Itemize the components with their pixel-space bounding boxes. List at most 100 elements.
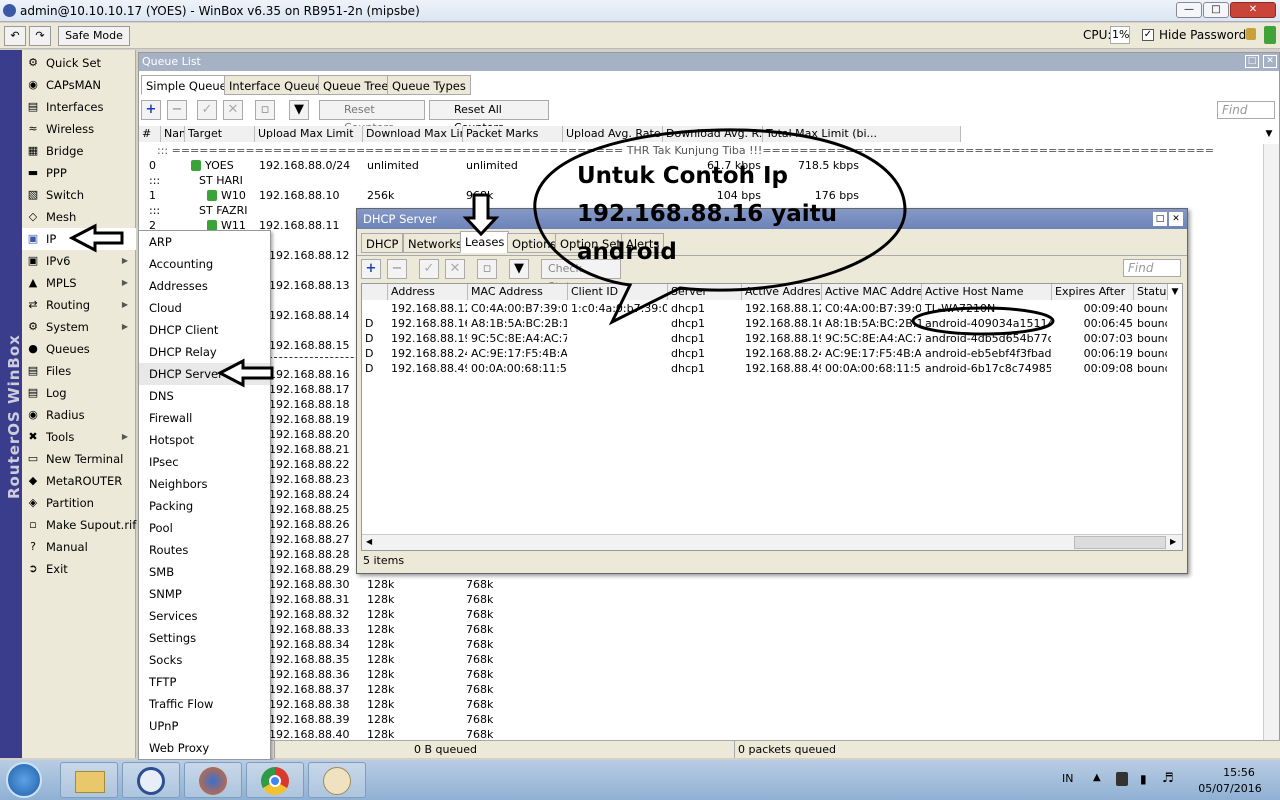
sidebar-item-manual[interactable]: ? Manual <box>22 536 136 558</box>
lease-col-server[interactable]: Server <box>668 284 742 300</box>
lease-row[interactable]: D 192.168.88.19 9C:5C:8E:A4:AC:7E dhcp1 192.… <box>362 331 1182 346</box>
reset-all-counters-button[interactable]: Reset All Counters <box>429 100 549 134</box>
ip-menu-item-cloud[interactable]: Cloud <box>139 297 270 319</box>
sidebar-item-queues[interactable]: ● Queues <box>22 338 136 360</box>
table-row[interactable]: 192.168.88.37 128k 768k <box>139 682 1259 697</box>
ip-menu-item-hotspot[interactable]: Hotspot <box>139 429 270 451</box>
sidebar-item-wireless[interactable]: ≈ Wireless <box>22 118 136 140</box>
queue-col-num[interactable]: # <box>139 126 161 142</box>
lease-row[interactable]: 192.168.88.12 C0:4A:00:B7:39:05 1:c0:4a:0:… <box>362 301 1182 316</box>
add-icon[interactable]: + <box>141 100 161 120</box>
ip-menu-item-smb[interactable]: SMB <box>139 561 270 583</box>
sidebar-item-ppp[interactable]: ▬ PPP <box>22 162 136 184</box>
ip-menu-item-snmp[interactable]: SNMP <box>139 583 270 605</box>
queue-col-download-avg-r[interactable]: Download Avg. R... <box>663 126 763 142</box>
ip-menu-item-dhcp-server[interactable]: DHCP Server <box>139 363 270 385</box>
sidebar-item-radius[interactable]: ◉ Radius <box>22 404 136 426</box>
tab-interface-queues[interactable]: Interface Queues <box>224 75 333 95</box>
queue-scrollbar[interactable] <box>1263 144 1279 740</box>
ip-menu-item-dns[interactable]: DNS <box>139 385 270 407</box>
sidebar-item-routing[interactable]: ⇄ Routing ▶ <box>22 294 136 316</box>
lease-disable-icon[interactable]: ✕ <box>445 259 465 279</box>
sidebar-item-bridge[interactable]: ▦ Bridge <box>22 140 136 162</box>
paint-taskbar-icon[interactable] <box>308 762 366 798</box>
lease-enable-icon[interactable]: ✓ <box>419 259 439 279</box>
leases-hscrollbar[interactable]: ◀ ▶ <box>362 534 1182 550</box>
queue-col-download-max-limit[interactable]: Download Max Limit <box>363 126 463 142</box>
lease-remove-icon[interactable]: − <box>387 259 407 279</box>
queue-list-restore-button[interactable]: □ <box>1245 55 1259 68</box>
sidebar-item-capsman[interactable]: ◉ CAPsMAN <box>22 74 136 96</box>
volume-tray-icon[interactable]: ♬ <box>1162 771 1174 786</box>
table-row[interactable]: 192.168.88.35 128k 768k <box>139 652 1259 667</box>
chrome-taskbar-icon[interactable] <box>246 762 304 798</box>
ip-menu-item-packing[interactable]: Packing <box>139 495 270 517</box>
lease-col-active-host-name[interactable]: Active Host Name <box>922 284 1052 300</box>
minimize-button[interactable]: — <box>1176 2 1202 18</box>
tab-networks[interactable]: Networks <box>403 233 468 253</box>
lease-col-client-id[interactable]: Client ID <box>568 284 668 300</box>
ip-menu-item-neighbors[interactable]: Neighbors <box>139 473 270 495</box>
ip-menu-item-upnp[interactable]: UPnP <box>139 715 270 737</box>
queue-col-upload-avg-rate[interactable]: Upload Avg. Rate <box>563 126 663 142</box>
ip-menu-item-dhcp-client[interactable]: DHCP Client <box>139 319 270 341</box>
table-row[interactable]: 192.168.88.33 128k 768k <box>139 622 1259 637</box>
tray-expand-icon[interactable]: ▲ <box>1093 772 1101 783</box>
sidebar-item-ipv6[interactable]: ▣ IPv6 ▶ <box>22 250 136 272</box>
tab-queue-tree[interactable]: Queue Tree <box>318 75 394 95</box>
lease-filter-icon[interactable]: ▼ <box>509 259 529 279</box>
firefox-taskbar-icon[interactable] <box>184 762 242 798</box>
reset-counters-button[interactable]: Reset Counters <box>319 100 425 134</box>
ip-menu-item-pool[interactable]: Pool <box>139 517 270 539</box>
sidebar-item-ip[interactable]: ▣ IP <box>22 228 136 250</box>
scroll-thumb[interactable] <box>1074 536 1166 549</box>
queue-find-input[interactable]: Find <box>1217 101 1275 119</box>
filter-icon[interactable]: ▼ <box>289 100 309 120</box>
language-indicator[interactable]: IN <box>1062 772 1073 785</box>
disable-icon[interactable]: ✕ <box>223 100 243 120</box>
ip-menu-item-accounting[interactable]: Accounting <box>139 253 270 275</box>
sidebar-item-new-terminal[interactable]: ▭ New Terminal <box>22 448 136 470</box>
table-row[interactable]: 192.168.88.30 128k 768k <box>139 577 1259 592</box>
queue-col-name[interactable]: Name <box>161 126 185 142</box>
ip-menu-item-socks[interactable]: Socks <box>139 649 270 671</box>
ip-menu-item-dhcp-relay[interactable]: DHCP Relay <box>139 341 270 363</box>
leases-columns-dropdown-icon[interactable]: ▼ <box>1168 284 1182 300</box>
lease-comment-icon[interactable]: ▫ <box>477 259 497 279</box>
ip-menu-item-arp[interactable]: ARP <box>139 231 270 253</box>
lease-col-mac-address[interactable]: MAC Address <box>468 284 568 300</box>
lease-row[interactable]: D 192.168.88.24 AC:9E:17:F5:4B:A3 dhcp1 192.… <box>362 346 1182 361</box>
ip-menu-item-addresses[interactable]: Addresses <box>139 275 270 297</box>
sidebar-item-metarouter[interactable]: ◆ MetaROUTER <box>22 470 136 492</box>
ip-menu-item-web-proxy[interactable]: Web Proxy <box>139 737 270 759</box>
tab-queue-types[interactable]: Queue Types <box>387 75 471 95</box>
sidebar-item-make-supout-rif[interactable]: ▫ Make Supout.rif <box>22 514 136 536</box>
sidebar-item-log[interactable]: ▤ Log <box>22 382 136 404</box>
ip-menu-item-traffic-flow[interactable]: Traffic Flow <box>139 693 270 715</box>
table-row[interactable]: 192.168.88.39 128k 768k <box>139 712 1259 727</box>
sidebar-item-mesh[interactable]: ◇ Mesh <box>22 206 136 228</box>
sidebar-item-exit[interactable]: ➲ Exit <box>22 558 136 580</box>
dhcp-restore-button[interactable]: □ <box>1153 212 1167 226</box>
tab-leases[interactable]: Leases <box>460 231 510 253</box>
table-row[interactable]: 192.168.88.32 128k 768k <box>139 607 1259 622</box>
ip-menu-item-services[interactable]: Services <box>139 605 270 627</box>
sidebar-item-mpls[interactable]: ▲ MPLS ▶ <box>22 272 136 294</box>
enable-icon[interactable]: ✓ <box>197 100 217 120</box>
redo-button[interactable]: ↷ <box>29 26 51 46</box>
queue-col-upload-max-limit[interactable]: Upload Max Limit <box>255 126 363 142</box>
sidebar-item-partition[interactable]: ◈ Partition <box>22 492 136 514</box>
hide-passwords-checkbox[interactable]: ✓ <box>1142 29 1154 41</box>
lease-add-icon[interactable]: + <box>361 259 381 279</box>
signal-tray-icon[interactable]: ▮ <box>1140 772 1147 786</box>
sidebar-item-system[interactable]: ⚙ System ▶ <box>22 316 136 338</box>
lease-col-active-mac-addre[interactable]: Active MAC Addre... <box>822 284 922 300</box>
sidebar-item-files[interactable]: ▤ Files <box>22 360 136 382</box>
table-row[interactable]: 192.168.88.34 128k 768k <box>139 637 1259 652</box>
scroll-right-icon[interactable]: ▶ <box>1170 537 1176 546</box>
sidebar-item-switch[interactable]: ▧ Switch <box>22 184 136 206</box>
sidebar-item-interfaces[interactable]: ▤ Interfaces <box>22 96 136 118</box>
ip-menu-item-settings[interactable]: Settings <box>139 627 270 649</box>
lease-col-expires-after[interactable]: Expires After <box>1052 284 1134 300</box>
lease-find-input[interactable]: Find <box>1123 259 1181 277</box>
